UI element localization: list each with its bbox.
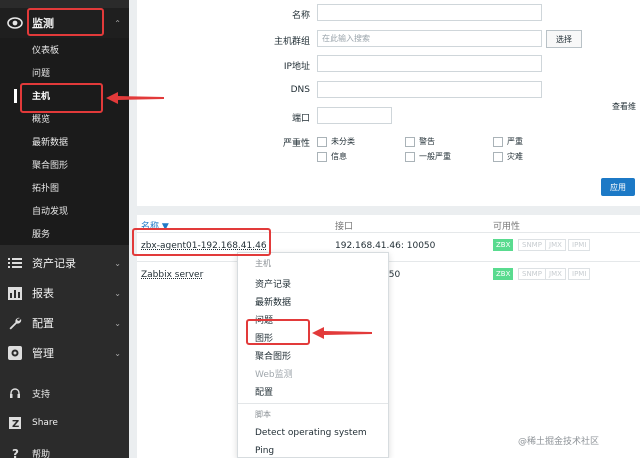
sidebar-section-label: 配置 [32,317,54,330]
dns-label: DNS [290,85,310,95]
sidebar-help-label: 帮助 [32,449,51,458]
menu-item-inventory[interactable]: 资产记录 [255,277,291,290]
menu-divider [238,403,388,404]
svg-text:Z: Z [12,419,19,429]
checkbox-box[interactable] [493,136,503,147]
watermark: @稀土掘金技术社区 [518,437,600,447]
sidebar-section-administration[interactable]: 管理 ⌄ [0,338,129,368]
sidebar-support[interactable]: 支持 [0,378,129,408]
annotation-box-monitor [27,8,104,36]
sidebar-section-configuration[interactable]: 配置 ⌄ [0,308,129,338]
submenu-item-services[interactable]: 服务 [0,222,129,245]
menu-header-scripts: 脚本 [255,410,271,419]
sidebar-help[interactable]: ? 帮助 [0,438,129,458]
select-button[interactable]: 选择 [546,30,582,48]
submenu-item-discovery[interactable]: 自动发现 [0,199,129,222]
availability-snmp-badge: SNMP [518,268,546,280]
menu-item-configuration[interactable]: 配置 [255,385,273,398]
hostgroup-label: 主机群组 [273,37,310,47]
availability-zbx-badge: ZBX [493,239,514,251]
sidebar-section-reports[interactable]: 报表 ⌄ [0,278,129,308]
ip-input[interactable] [317,55,542,72]
menu-item-latest-data[interactable]: 最新数据 [255,295,291,308]
submenu-item-latest-data[interactable]: 最新数据 [0,130,129,153]
ip-label: IP地址 [283,62,310,72]
host-filter-panel: 名称 主机群组 在此输入搜索 选择 IP地址 DNS 端口 查看维 严重性 未分… [137,0,640,206]
overflow-label: 查看维 [612,102,636,111]
checkbox-box[interactable] [317,151,327,162]
severity-checkbox-disaster[interactable]: 灾难 [493,151,523,162]
hostgroup-input[interactable]: 在此输入搜索 [317,30,542,47]
eye-icon [6,14,24,32]
host-interface: 192.168.41.46: 10050 [335,241,436,251]
chevron-down-icon: ⌄ [114,258,121,268]
sidebar-section-label: 报表 [32,287,54,300]
sidebar-section-label: 资产记录 [32,257,76,270]
host-context-menu: 主机 资产记录 最新数据 问题 图形 聚合图形 Web监测 配置 脚本 Dete… [237,252,389,458]
sidebar-share[interactable]: Z Share [0,408,129,438]
share-icon: Z [6,414,24,432]
monitor-submenu: 仪表板 问题 主机 概览 最新数据 聚合图形 拓扑图 自动发现 服务 [0,38,129,245]
severity-checkbox-high[interactable]: 严重 [493,136,523,147]
menu-item-web: Web监测 [255,370,293,380]
menu-item-screens[interactable]: 聚合图形 [255,349,291,362]
sidebar: 监测 ⌃ 仪表板 问题 主机 概览 最新数据 聚合图形 拓扑图 自动发现 服务 … [0,0,129,458]
checkbox-box[interactable] [405,136,415,147]
availability-ipmi-badge: IPMI [568,239,591,251]
gear-icon [6,344,24,362]
checkbox-box[interactable] [493,151,503,162]
column-header-interface: 接口 [335,222,354,232]
checkbox-box[interactable] [317,136,327,147]
chevron-down-icon: ⌄ [114,318,121,328]
severity-label: 严重性 [282,139,310,149]
severity-checkbox-warning[interactable]: 警告 [405,136,435,147]
chevron-down-icon: ⌄ [114,348,121,358]
sidebar-section-label: 管理 [32,347,54,360]
headset-icon [6,384,24,402]
chevron-up-icon: ⌃ [114,18,121,28]
submenu-item-maps[interactable]: 拓扑图 [0,176,129,199]
arrow-left-icon [106,92,164,104]
name-label: 名称 [291,11,310,21]
menu-header-host: 主机 [255,259,271,268]
severity-checkbox-not-classified[interactable]: 未分类 [317,136,355,147]
bar-chart-icon [6,284,24,302]
column-header-availability: 可用性 [493,222,521,232]
availability-snmp-badge: SNMP [518,239,546,251]
sidebar-share-label: Share [32,418,58,428]
checkbox-box[interactable] [405,151,415,162]
annotation-box-graphs [246,319,310,345]
list-icon [6,254,24,272]
submenu-item-screens[interactable]: 聚合图形 [0,153,129,176]
wrench-icon [6,314,24,332]
port-input[interactable] [317,107,392,124]
submenu-item-problems[interactable]: 问题 [0,61,129,84]
port-label: 端口 [291,114,310,124]
menu-item-ping[interactable]: Ping [255,446,274,456]
chevron-down-icon: ⌄ [114,288,121,298]
dns-input[interactable] [317,81,542,98]
name-input[interactable] [317,4,542,21]
availability-jmx-badge: JMX [545,239,566,251]
submenu-item-dashboard[interactable]: 仪表板 [0,38,129,61]
menu-item-detect-os[interactable]: Detect operating system [255,428,367,438]
apply-button[interactable]: 应用 [601,178,635,196]
severity-checkbox-average[interactable]: 一般严重 [405,151,451,162]
annotation-box-hosts [20,83,103,113]
svg-text:?: ? [12,447,19,458]
sidebar-support-label: 支持 [32,389,51,400]
availability-jmx-badge: JMX [545,268,566,280]
availability-ipmi-badge: IPMI [568,268,591,280]
annotation-box-host-name [132,228,271,256]
help-icon: ? [6,444,24,458]
sidebar-section-inventory[interactable]: 资产记录 ⌄ [0,248,129,278]
arrow-left-icon [312,327,372,339]
host-name-link[interactable]: Zabbix server [141,270,203,280]
severity-checkbox-information[interactable]: 信息 [317,151,347,162]
availability-zbx-badge: ZBX [493,268,514,280]
